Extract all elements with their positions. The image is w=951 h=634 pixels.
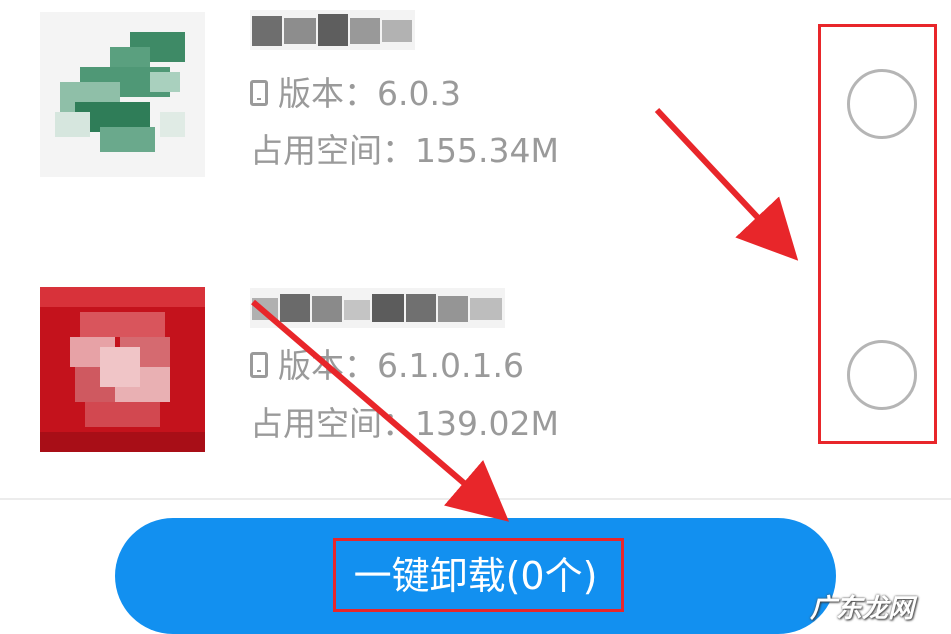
app-list-item[interactable]: 版本：6.0.3 占用空间：155.34M [0, 0, 951, 250]
app-name-blurred [250, 10, 415, 50]
version-value: 6.0.3 [377, 74, 461, 113]
app-version: 版本：6.1.0.1.6 [250, 346, 524, 386]
app-version: 版本：6.0.3 [250, 74, 461, 114]
phone-icon [250, 79, 268, 106]
app-size: 占用空间：139.02M [250, 404, 559, 444]
one-click-uninstall-button[interactable]: 一键卸载(0个) [115, 518, 836, 634]
size-value: 139.02M [415, 404, 559, 443]
size-label: 占用空间： [250, 131, 415, 170]
select-radio[interactable] [847, 340, 917, 410]
phone-icon [250, 351, 268, 378]
size-value: 155.34M [415, 131, 559, 170]
uninstall-button-label: 一键卸载(0个) [353, 553, 598, 598]
version-label: 版本： [278, 74, 377, 113]
app-size: 占用空间：155.34M [250, 131, 559, 171]
version-value: 6.1.0.1.6 [377, 346, 524, 385]
app-icon-red [40, 287, 205, 452]
app-name-blurred [250, 288, 505, 328]
divider [0, 498, 951, 500]
size-label: 占用空间： [250, 404, 415, 443]
app-icon-green [40, 12, 205, 177]
app-list-item[interactable]: 版本：6.1.0.1.6 占用空间：139.02M [0, 250, 951, 500]
select-radio[interactable] [847, 69, 917, 139]
version-label: 版本： [278, 346, 377, 385]
watermark: 广东龙网 [810, 594, 915, 624]
